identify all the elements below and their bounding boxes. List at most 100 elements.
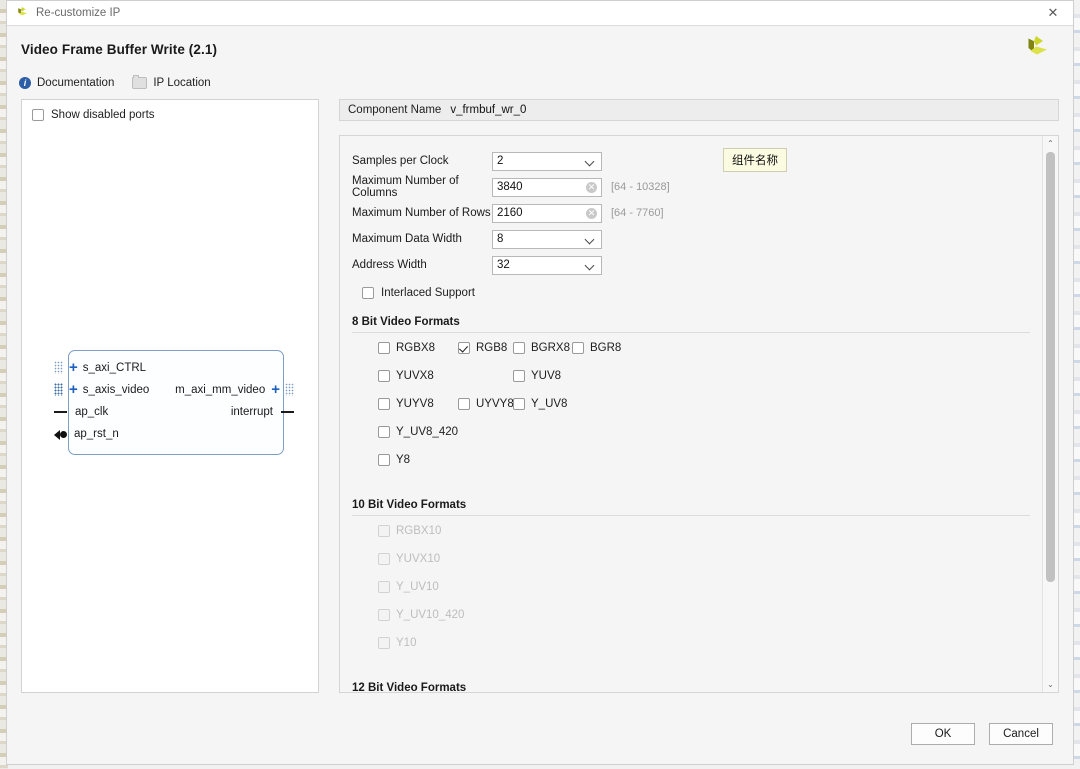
port-ap-clk[interactable]: ap_clk: [54, 406, 108, 418]
scrollbar-thumb[interactable]: [1046, 152, 1055, 582]
port-s-axis-video[interactable]: + s_axis_video: [54, 382, 149, 397]
format-checkbox: [378, 553, 390, 565]
max-rows-input[interactable]: 2160 ✕: [492, 204, 602, 223]
clear-icon[interactable]: ✕: [586, 182, 597, 193]
format-checkbox[interactable]: [458, 398, 470, 410]
format-checkbox[interactable]: [572, 342, 584, 354]
param-max-data-width: Maximum Data Width 8: [352, 226, 1042, 252]
format-option-y8[interactable]: Y8: [378, 454, 410, 466]
port-interrupt[interactable]: interrupt: [231, 406, 294, 418]
format-option-uyvy8[interactable]: UYVY8: [458, 398, 514, 410]
select-value: 8: [497, 233, 586, 245]
window-title: Re-customize IP: [36, 7, 120, 19]
group-divider: [352, 515, 1030, 516]
format-checkbox[interactable]: [513, 370, 525, 382]
show-disabled-ports-row[interactable]: Show disabled ports: [22, 100, 318, 121]
format-option-yuvx10: YUVX10: [378, 553, 440, 565]
format-checkbox[interactable]: [378, 370, 390, 382]
expand-icon[interactable]: +: [69, 382, 78, 397]
max-data-width-select[interactable]: 8: [492, 230, 602, 249]
format-label: BGRX8: [531, 342, 570, 354]
ok-button[interactable]: OK: [911, 723, 975, 745]
expand-icon[interactable]: +: [69, 360, 78, 375]
show-disabled-ports-checkbox[interactable]: [32, 109, 44, 121]
ip-symbol-panel: Show disabled ports + s_axi_CTRL + s_axi…: [21, 99, 319, 693]
max-columns-input[interactable]: 3840 ✕: [492, 178, 602, 197]
port-ap-rst-n[interactable]: ap_rst_n: [54, 428, 119, 440]
format-label: Y10: [396, 637, 416, 649]
format-checkbox[interactable]: [513, 342, 525, 354]
format-option-yuvx8[interactable]: YUVX8: [378, 370, 434, 382]
format-checkbox[interactable]: [378, 342, 390, 354]
clock-port-icon: [54, 411, 67, 413]
port-label: ap_rst_n: [74, 428, 119, 440]
format-label: UYVY8: [476, 398, 514, 410]
cancel-button[interactable]: Cancel: [989, 723, 1053, 745]
format-row: Y_UV10: [378, 581, 1042, 609]
param-max-rows: Maximum Number of Rows 2160 ✕ [64 - 7760…: [352, 200, 1042, 226]
ip-block-symbol: + s_axi_CTRL + s_axis_video ap_clk ap_rs…: [54, 350, 294, 460]
param-max-columns: Maximum Number of Columns 3840 ✕ [64 - 1…: [352, 174, 1042, 200]
component-name-tooltip: 组件名称: [723, 148, 787, 172]
port-m-axi-mm-video[interactable]: m_axi_mm_video +: [175, 382, 294, 397]
format-option-bgrx8[interactable]: BGRX8: [513, 342, 570, 354]
format-option-y10: Y10: [378, 637, 416, 649]
format-row: Y_UV8_420: [378, 426, 1042, 454]
video-format-groups: 8 Bit Video FormatsRGBX8RGB8BGRX8BGR8YUV…: [352, 316, 1042, 692]
scroll-up-icon[interactable]: ⌃: [1043, 136, 1058, 151]
format-option-rgbx8[interactable]: RGBX8: [378, 342, 435, 354]
format-checkbox[interactable]: [378, 426, 390, 438]
select-value: 32: [497, 259, 586, 271]
format-row: RGBX8 RGB8 BGRX8 BGR8: [378, 342, 1042, 370]
format-option-y-uv10-420: Y_UV10_420: [378, 609, 464, 621]
interlaced-support-checkbox[interactable]: [362, 287, 374, 299]
format-option-bgr8[interactable]: BGR8: [572, 342, 621, 354]
address-width-select[interactable]: 32: [492, 256, 602, 275]
samples-per-clock-select[interactable]: 2: [492, 152, 602, 171]
interlaced-support-row[interactable]: Interlaced Support: [362, 287, 1042, 299]
expand-icon[interactable]: +: [271, 382, 280, 397]
close-icon[interactable]: ✕: [1033, 1, 1073, 25]
max-columns-range-hint: [64 - 10328]: [611, 181, 670, 193]
format-option-y-uv8[interactable]: Y_UV8: [513, 398, 567, 410]
format-label: YUVX8: [396, 370, 434, 382]
param-label: Maximum Number of Columns: [352, 175, 492, 199]
param-label: Samples per Clock: [352, 155, 492, 167]
format-checkbox[interactable]: [513, 398, 525, 410]
reset-port-icon: [54, 430, 68, 439]
format-checkbox-grid: RGBX10 YUVX10 Y_UV10Y_UV10_420 Y10: [378, 525, 1042, 665]
format-group-title: 12 Bit Video Formats: [352, 682, 1042, 692]
clear-icon[interactable]: ✕: [586, 208, 597, 219]
chevron-down-icon: [586, 235, 595, 244]
format-option-yuyv8[interactable]: YUYV8: [378, 398, 434, 410]
format-option-rgb8[interactable]: RGB8: [458, 342, 507, 354]
format-checkbox: [378, 609, 390, 621]
documentation-link[interactable]: i Documentation: [19, 77, 114, 89]
format-label: RGB8: [476, 342, 507, 354]
options-scrollbar[interactable]: ⌃ ⌄: [1042, 136, 1058, 692]
xilinx-brand-logo-icon: [1021, 34, 1051, 64]
format-checkbox[interactable]: [458, 342, 470, 354]
configuration-panel: Component Name v_frmbuf_wr_0 组件名称 Sample…: [339, 99, 1059, 693]
ip-location-link-label: IP Location: [153, 77, 210, 89]
chevron-down-icon: [586, 157, 595, 166]
format-label: Y_UV8: [531, 398, 567, 410]
input-value: 2160: [497, 207, 586, 219]
param-label: Maximum Data Width: [352, 233, 492, 245]
ip-location-link[interactable]: IP Location: [132, 77, 210, 89]
info-icon: i: [19, 77, 31, 89]
format-option-y-uv8-420[interactable]: Y_UV8_420: [378, 426, 458, 438]
component-name-input[interactable]: v_frmbuf_wr_0: [450, 104, 526, 116]
bus-connector-icon: [54, 361, 63, 374]
format-checkbox[interactable]: [378, 398, 390, 410]
format-label: BGR8: [590, 342, 621, 354]
format-checkbox[interactable]: [378, 454, 390, 466]
port-s-axi-ctrl[interactable]: + s_axi_CTRL: [54, 360, 146, 375]
scroll-down-icon[interactable]: ⌄: [1043, 677, 1058, 692]
param-samples-per-clock: Samples per Clock 2: [352, 148, 1042, 174]
format-option-yuv8[interactable]: YUV8: [513, 370, 561, 382]
format-label: RGBX10: [396, 525, 441, 537]
format-row: YUYV8 UYVY8 Y_UV8: [378, 398, 1042, 426]
chevron-down-icon: [586, 261, 595, 270]
group-divider: [352, 332, 1030, 333]
